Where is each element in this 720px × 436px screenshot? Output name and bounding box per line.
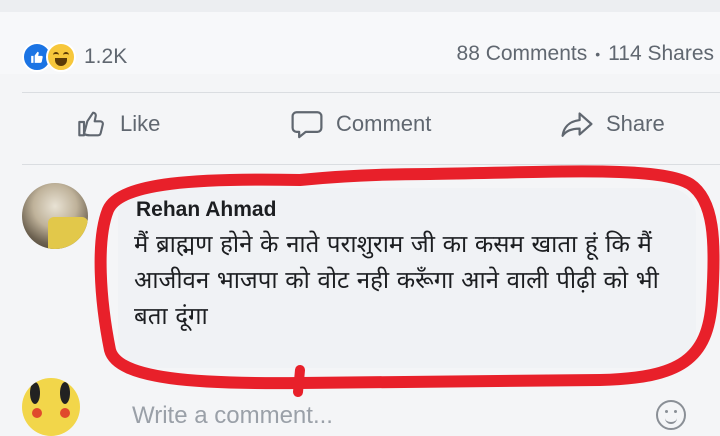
comment-text: मैं ब्राह्मण होने के नाते पराशुराम जी का… bbox=[134, 230, 659, 330]
emoji-picker-icon[interactable] bbox=[656, 400, 686, 430]
top-strip bbox=[0, 0, 720, 12]
share-label: Share bbox=[606, 111, 665, 136]
post-action-bar: Like Comment Share bbox=[0, 92, 720, 156]
comment-author-name[interactable]: Rehan Ahmad bbox=[136, 198, 276, 222]
reaction-count: 1.2K bbox=[84, 45, 128, 68]
shares-count-link[interactable]: 114 Shares bbox=[608, 42, 714, 66]
share-arrow-icon bbox=[561, 112, 593, 137]
share-button[interactable]: Share bbox=[560, 108, 665, 140]
reactions-summary[interactable]: 1.2K bbox=[22, 42, 127, 72]
write-comment-input[interactable] bbox=[120, 396, 720, 436]
current-user-avatar[interactable] bbox=[22, 378, 80, 436]
engagement-counts: 88 Comments • 114 Shares bbox=[457, 42, 714, 66]
speech-bubble-icon bbox=[291, 111, 323, 139]
separator-dot: • bbox=[595, 46, 601, 62]
commenter-avatar[interactable] bbox=[22, 183, 88, 249]
comment-button[interactable]: Comment bbox=[290, 108, 431, 140]
thumbs-up-icon bbox=[78, 111, 104, 137]
actions-divider bbox=[22, 164, 720, 165]
comments-count-link[interactable]: 88 Comments bbox=[457, 42, 588, 66]
like-label: Like bbox=[120, 111, 161, 136]
comment-label: Comment bbox=[336, 111, 432, 136]
haha-reaction-icon bbox=[46, 42, 76, 72]
post-stats-bar: 1.2K 88 Comments • 114 Shares bbox=[0, 12, 720, 74]
like-button[interactable]: Like bbox=[76, 108, 160, 140]
